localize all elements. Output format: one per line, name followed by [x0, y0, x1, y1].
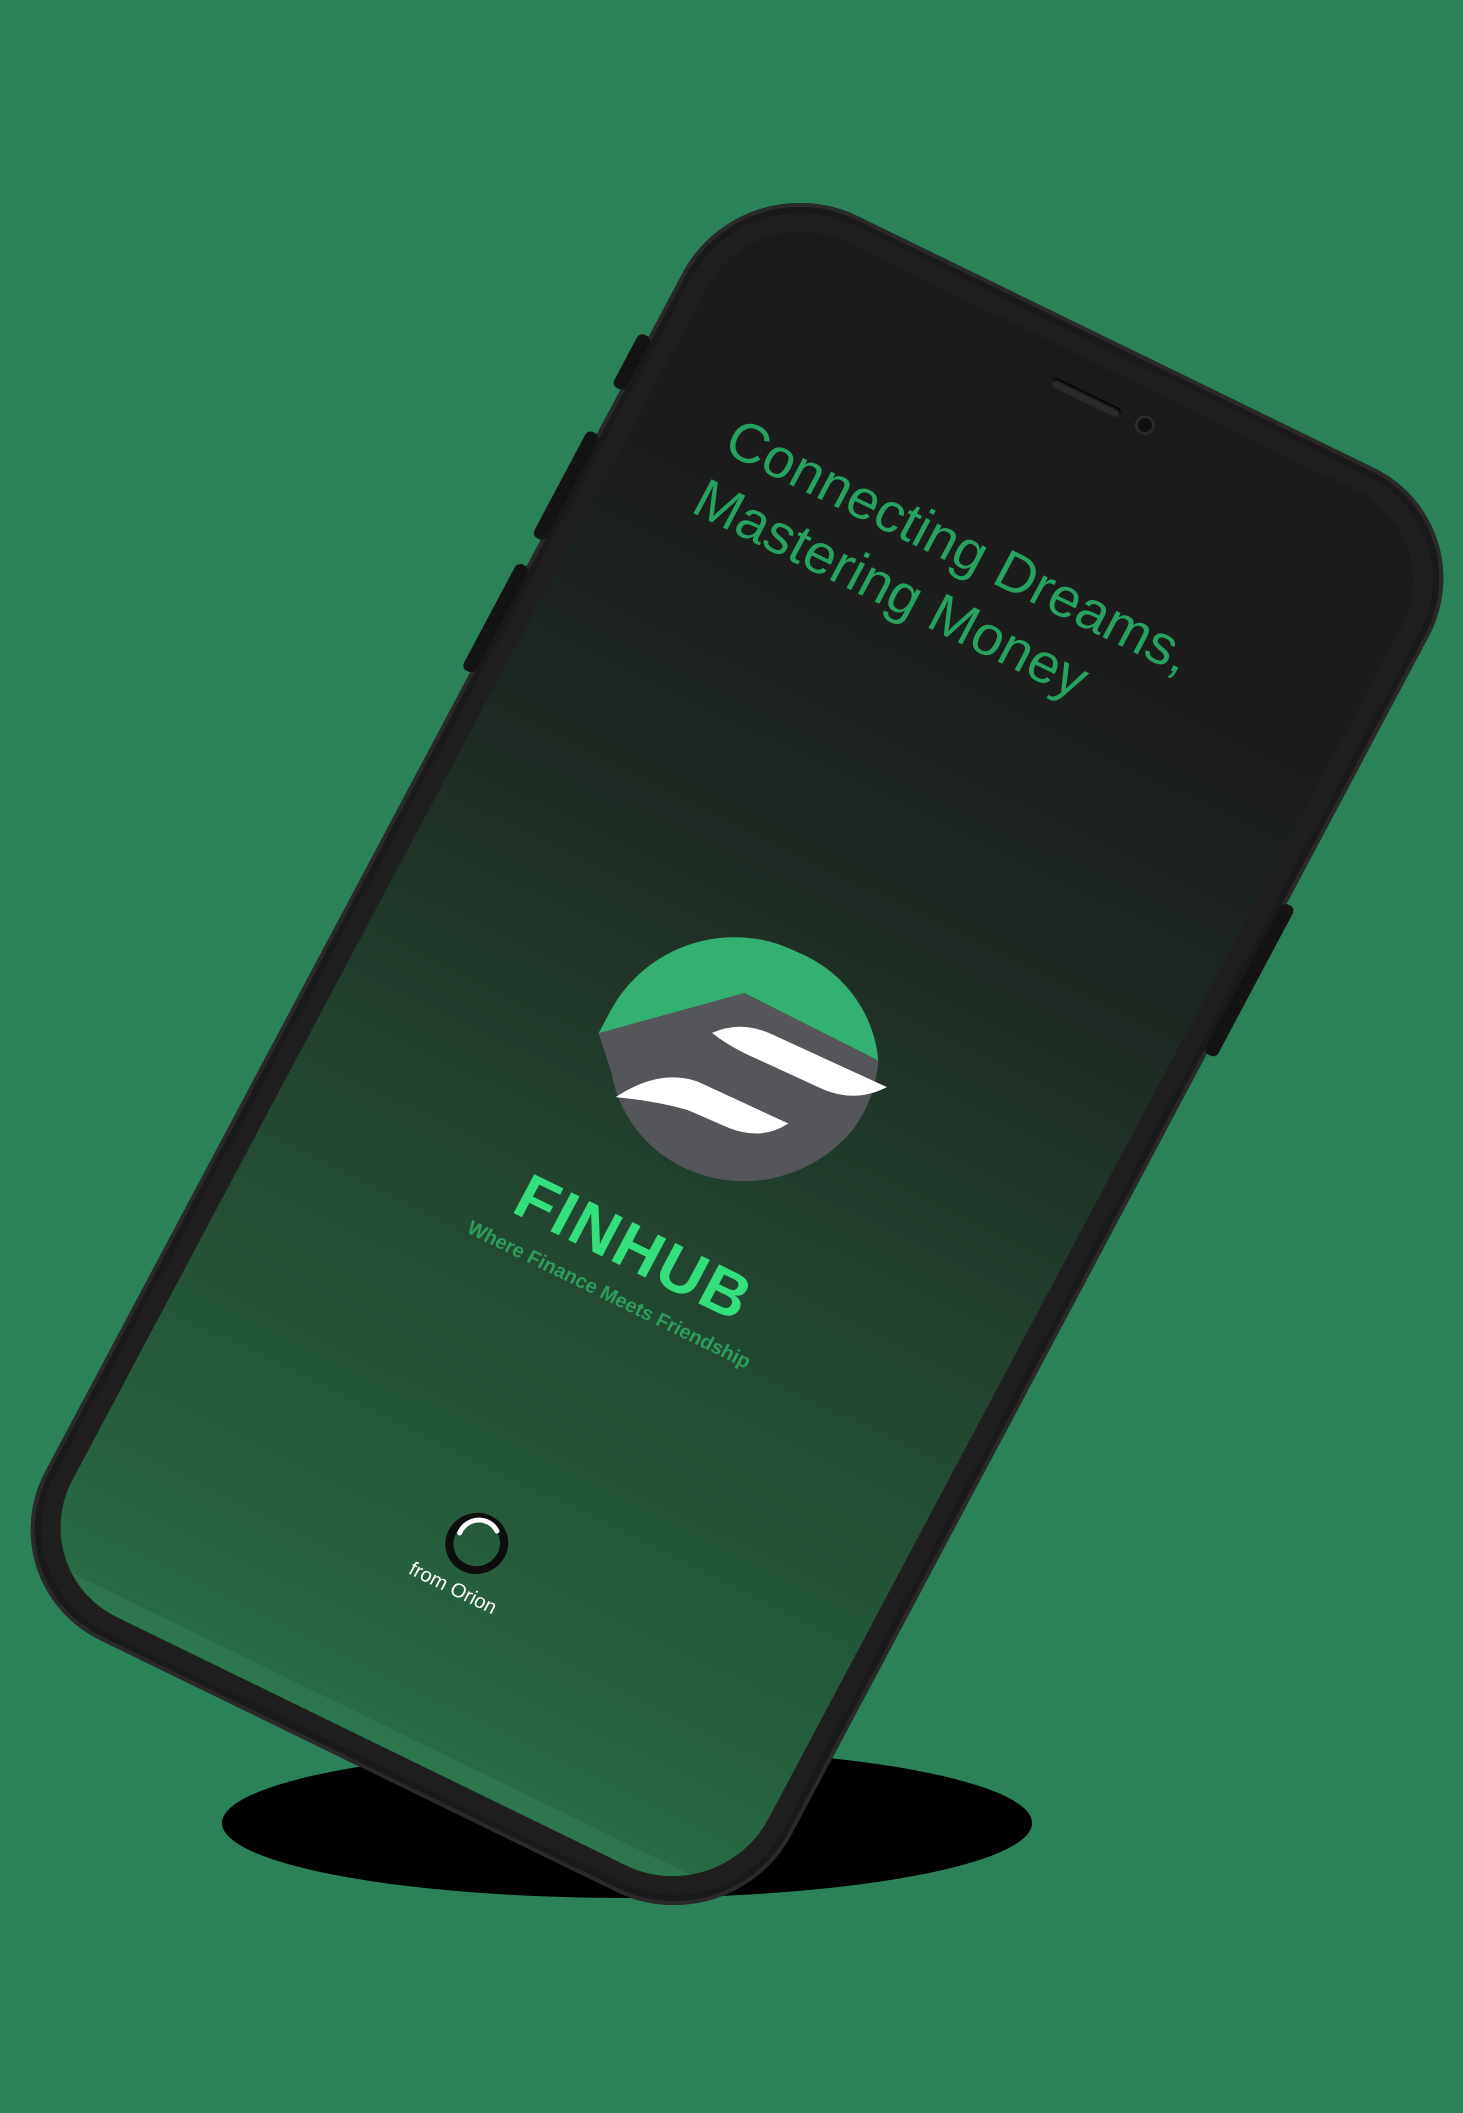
- earpiece-icon: [1049, 376, 1123, 419]
- orion-label: from Orion: [405, 1558, 501, 1619]
- splash-screen: Connecting Dreams, Mastering Money FINHU…: [23, 196, 1451, 1912]
- front-camera-icon: [1135, 415, 1155, 435]
- tagline: Connecting Dreams, Mastering Money: [682, 404, 1321, 805]
- phone-device: Connecting Dreams, Mastering Money FINHU…: [0, 159, 1463, 1949]
- screen-bottom-edge: [23, 1554, 729, 1912]
- stage: Connecting Dreams, Mastering Money FINHU…: [0, 0, 1463, 2113]
